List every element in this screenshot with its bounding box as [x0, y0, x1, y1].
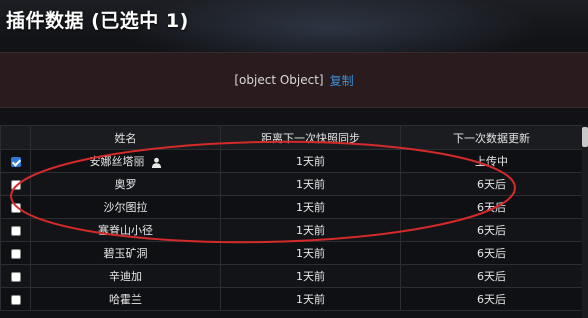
table-row[interactable]: 沙尔图拉 1天前 6天后: [0, 195, 582, 219]
name-text: 奥罗: [114, 178, 137, 191]
update-cell: 6天后: [400, 241, 582, 265]
update-cell: 6天后: [400, 287, 582, 311]
row-checkbox-cell[interactable]: [0, 149, 31, 173]
plugin-table-container: 姓名 距离下一次快照同步 下一次数据更新 安娜丝塔丽 1天前 上传中 奥罗 1天前 6天后…: [0, 125, 582, 318]
sync-cell: 1天前: [220, 218, 401, 242]
name-cell: 奥罗: [30, 172, 221, 196]
row-checkbox[interactable]: [10, 156, 21, 167]
copy-link[interactable]: 复制: [330, 72, 354, 89]
table-row[interactable]: 奥罗 1天前 6天后: [0, 172, 582, 196]
sync-cell: 1天前: [220, 241, 401, 265]
info-text: [object Object]: [234, 73, 324, 87]
update-cell: 6天后: [400, 218, 582, 242]
row-checkbox[interactable]: [10, 271, 21, 282]
plugin-data-page: 插件数据 (已选中 1) [object Object] 复制 姓名 距离下一次…: [0, 0, 588, 318]
name-text: 沙尔图拉: [103, 201, 148, 214]
row-checkbox[interactable]: [10, 179, 21, 190]
update-cell: 6天后: [400, 195, 582, 219]
user-icon: [151, 157, 161, 168]
table-row[interactable]: 哈霍兰 1天前 6天后: [0, 287, 582, 311]
name-cell: 沙尔图拉: [30, 195, 221, 219]
row-checkbox-cell[interactable]: [0, 195, 31, 219]
table-row[interactable]: 安娜丝塔丽 1天前 上传中: [0, 149, 582, 173]
row-checkbox-cell[interactable]: [0, 218, 31, 242]
table-row[interactable]: 塞脊山小径 1天前 6天后: [0, 218, 582, 242]
page-title: 插件数据 (已选中 1): [6, 10, 189, 32]
table-header-row: 姓名 距离下一次快照同步 下一次数据更新: [0, 125, 582, 150]
table-row[interactable]: 辛迪加 1天前 6天后: [0, 264, 582, 288]
sync-cell: 1天前: [220, 195, 401, 219]
row-checkbox[interactable]: [10, 294, 21, 305]
select-column-header: [0, 125, 31, 150]
plugin-table: 姓名 距离下一次快照同步 下一次数据更新 安娜丝塔丽 1天前 上传中 奥罗 1天前 6天后…: [0, 125, 582, 311]
table-row[interactable]: 碧玉矿洞 1天前 6天后: [0, 241, 582, 265]
row-checkbox-cell[interactable]: [0, 241, 31, 265]
column-header-sync[interactable]: 距离下一次快照同步: [220, 125, 401, 150]
sync-cell: 1天前: [220, 264, 401, 288]
name-cell: 碧玉矿洞: [30, 241, 221, 265]
name-cell: 塞脊山小径: [30, 218, 221, 242]
name-cell: 安娜丝塔丽: [30, 149, 221, 173]
row-checkbox-cell[interactable]: [0, 287, 31, 311]
row-checkbox[interactable]: [10, 202, 21, 213]
row-checkbox-cell[interactable]: [0, 264, 31, 288]
column-header-update[interactable]: 下一次数据更新: [400, 125, 582, 150]
name-cell: 哈霍兰: [30, 287, 221, 311]
name-text: 辛迪加: [109, 270, 142, 283]
update-cell: 上传中: [400, 149, 582, 173]
name-cell: 辛迪加: [30, 264, 221, 288]
update-cell: 6天后: [400, 264, 582, 288]
info-panel: [object Object] 复制: [0, 52, 588, 108]
update-cell: 6天后: [400, 172, 582, 196]
row-checkbox[interactable]: [10, 225, 21, 236]
name-text: 安娜丝塔丽: [89, 155, 145, 168]
row-checkbox[interactable]: [10, 248, 21, 259]
sync-cell: 1天前: [220, 149, 401, 173]
name-text: 塞脊山小径: [98, 224, 153, 237]
table-scrollbar[interactable]: [582, 125, 588, 318]
row-checkbox-cell[interactable]: [0, 172, 31, 196]
sync-cell: 1天前: [220, 172, 401, 196]
name-text: 碧玉矿洞: [103, 247, 148, 260]
sync-cell: 1天前: [220, 287, 401, 311]
scrollbar-thumb[interactable]: [582, 127, 588, 147]
name-text: 哈霍兰: [109, 293, 142, 306]
column-header-name[interactable]: 姓名: [30, 125, 221, 150]
